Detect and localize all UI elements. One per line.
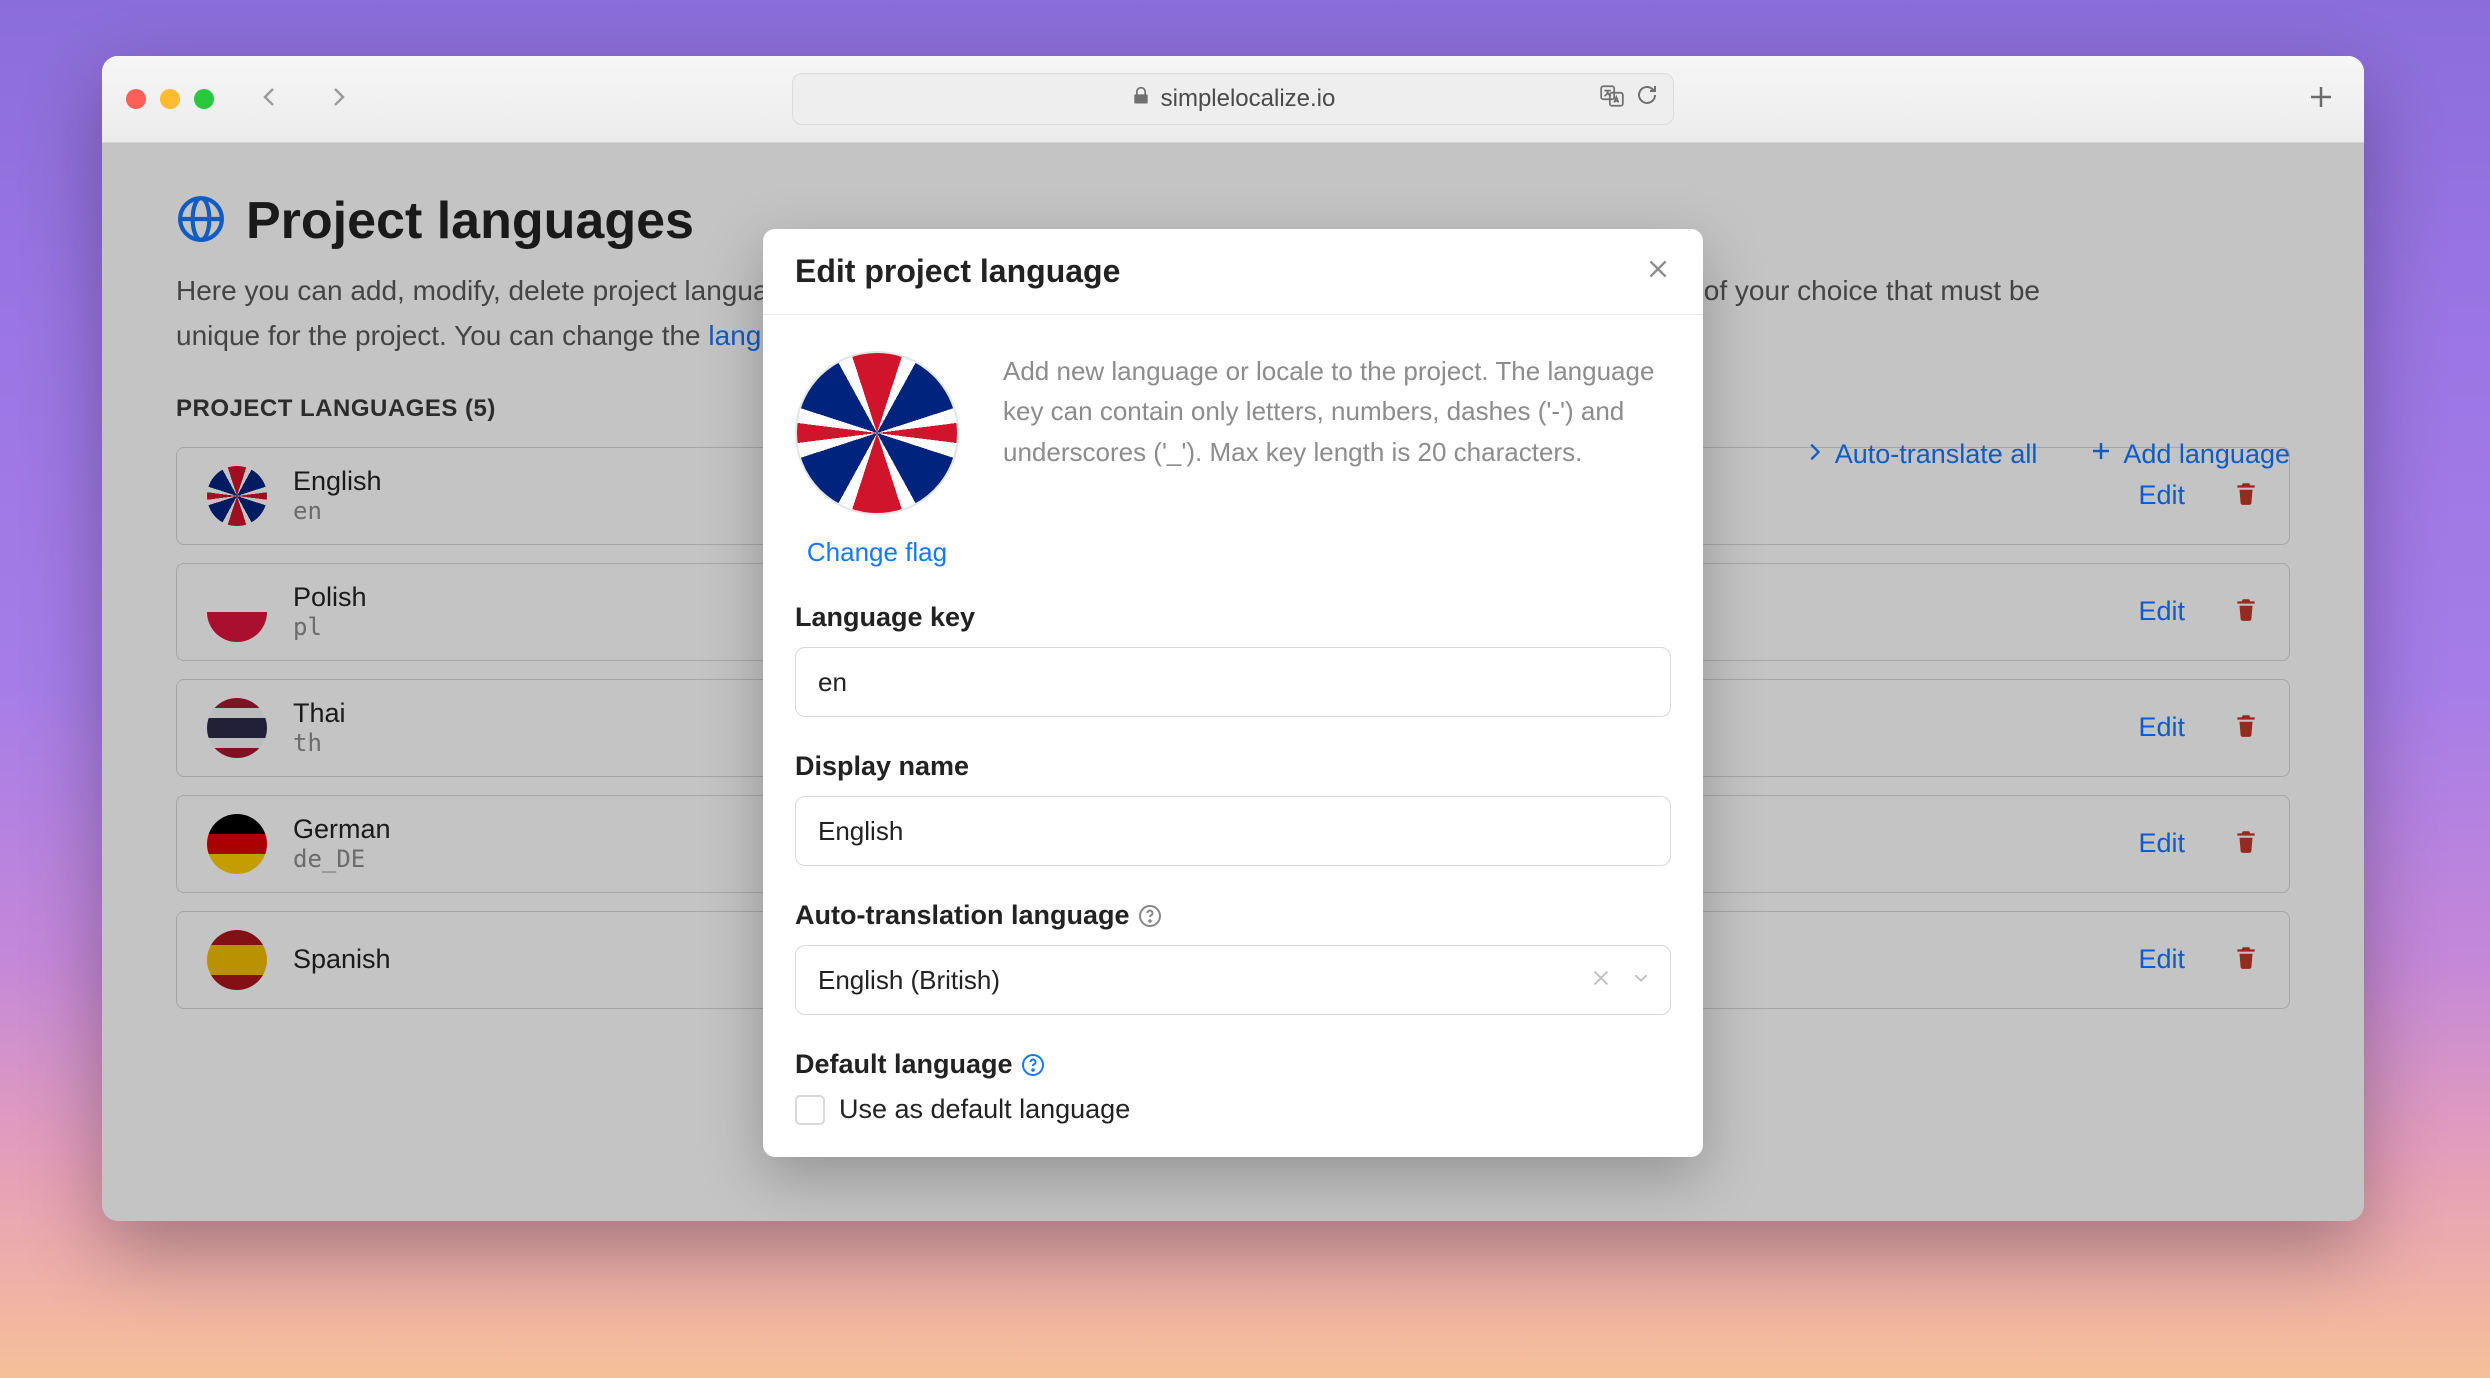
browser-toolbar: simplelocalize.io <box>102 56 2364 143</box>
address-bar-text: simplelocalize.io <box>1161 85 1336 113</box>
minimize-window-button[interactable] <box>160 89 180 109</box>
window-controls <box>126 89 214 109</box>
language-key-input[interactable] <box>795 647 1671 717</box>
display-name-input[interactable] <box>795 796 1671 866</box>
language-key-label: Language key <box>795 602 1671 633</box>
use-default-label: Use as default language <box>839 1094 1130 1125</box>
flag-preview <box>795 351 959 515</box>
display-name-label: Display name <box>795 751 1671 782</box>
back-button[interactable] <box>258 85 282 114</box>
auto-translate-label: Auto-translation language <box>795 900 1130 931</box>
flag-column: Change flag <box>795 351 959 568</box>
modal-header: Edit project language <box>763 229 1703 315</box>
translate-icon[interactable] <box>1599 83 1625 116</box>
use-default-checkbox[interactable] <box>795 1095 825 1125</box>
auto-translate-select[interactable]: English (British) <box>795 945 1671 1015</box>
address-bar[interactable]: simplelocalize.io <box>792 73 1674 125</box>
auto-translate-value: English (British) <box>818 965 1000 996</box>
help-icon[interactable] <box>1138 904 1162 928</box>
clear-icon[interactable] <box>1590 965 1612 996</box>
reload-icon[interactable] <box>1635 83 1659 116</box>
default-language-label: Default language <box>795 1049 1013 1080</box>
maximize-window-button[interactable] <box>194 89 214 109</box>
new-tab-button[interactable] <box>2306 82 2336 117</box>
browser-window: simplelocalize.io Project l <box>102 56 2364 1221</box>
edit-language-modal: Edit project language Change flag Add ne… <box>763 229 1703 1157</box>
close-window-button[interactable] <box>126 89 146 109</box>
lock-icon <box>1131 85 1151 113</box>
chevron-down-icon <box>1630 965 1652 996</box>
modal-description: Add new language or locale to the projec… <box>1003 351 1671 568</box>
help-icon[interactable] <box>1021 1053 1045 1077</box>
modal-title: Edit project language <box>795 253 1120 290</box>
close-icon[interactable] <box>1645 256 1671 287</box>
change-flag-link[interactable]: Change flag <box>807 537 947 568</box>
forward-button[interactable] <box>326 85 350 114</box>
